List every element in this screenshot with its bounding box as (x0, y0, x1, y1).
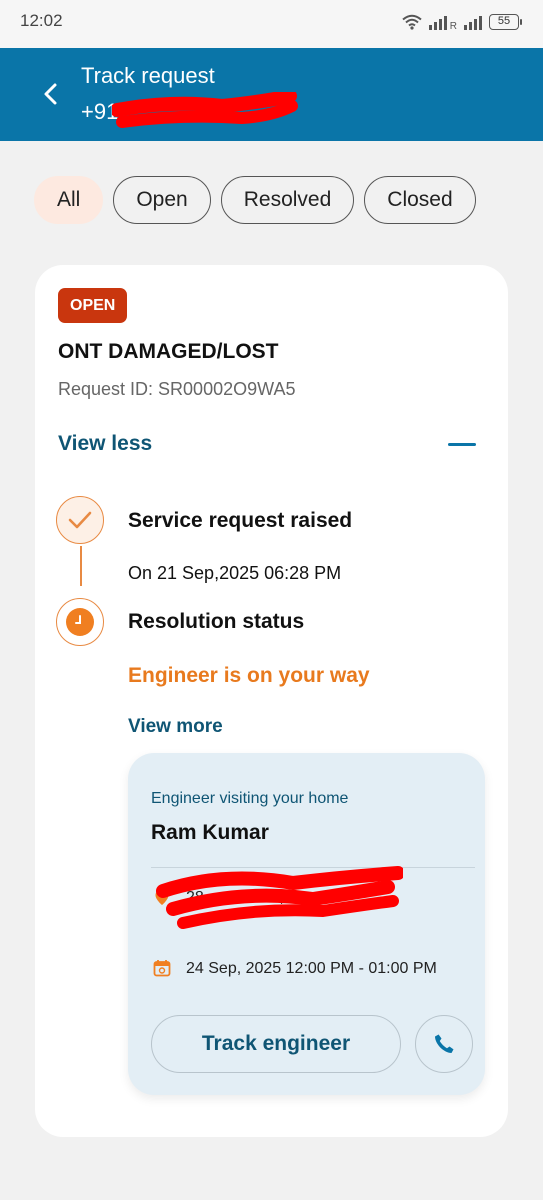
filter-chip-open[interactable]: Open (113, 176, 211, 224)
back-arrow-icon (44, 83, 57, 105)
visit-time-slot: 24 Sep, 2025 12:00 PM - 01:00 PM (186, 960, 437, 977)
battery-level: 55 (497, 15, 511, 27)
minus-icon[interactable] (448, 443, 476, 446)
clock-icon (66, 608, 94, 636)
filter-chip-closed[interactable]: Closed (364, 176, 476, 224)
phone-icon (435, 1034, 454, 1053)
call-engineer-button[interactable] (415, 1015, 473, 1073)
request-id: Request ID: SR00002O9WA5 (58, 379, 296, 399)
engineer-name: Ram Kumar (151, 821, 269, 844)
status-icons: R 55 (402, 12, 522, 32)
step-date: On 21 Sep,2025 06:28 PM (128, 563, 342, 583)
filter-chip-resolved[interactable]: Resolved (220, 176, 355, 224)
back-button[interactable] (34, 76, 70, 112)
view-more-link[interactable]: View more (128, 716, 223, 738)
signal-icon (428, 14, 447, 30)
redaction-mark (112, 92, 298, 128)
track-engineer-button[interactable]: Track engineer (151, 1015, 401, 1073)
filter-chip-all[interactable]: All (34, 176, 104, 224)
battery-icon: 55 (489, 14, 522, 30)
app-header: Track request +91- (0, 48, 543, 141)
step-title: Resolution status (128, 610, 305, 633)
redaction-mark (156, 866, 403, 929)
step-completed-indicator (56, 496, 104, 544)
signal-icon (464, 14, 482, 30)
page-title: Track request (81, 63, 215, 88)
engineer-card: Engineer visiting your home Ram Kumar 28… (128, 753, 485, 1095)
step-title: Service request raised (128, 509, 353, 532)
status-bar: 12:02 R 55 (0, 0, 543, 48)
check-icon (68, 511, 92, 529)
engineer-label: Engineer visiting your home (151, 790, 349, 807)
status-time: 12:02 (20, 11, 63, 30)
step-pending-indicator (56, 598, 104, 646)
status-badge: OPEN (58, 288, 128, 323)
roaming-indicator: R (449, 21, 457, 32)
filter-chips: All Open Resolved Closed (34, 176, 476, 224)
calendar-icon (153, 960, 171, 977)
timeline-connector (80, 546, 82, 586)
resolution-status-text: Engineer is on your way (128, 664, 370, 687)
request-title: ONT DAMAGED/LOST (58, 340, 279, 363)
wifi-icon (402, 14, 422, 30)
request-card: OPEN ONT DAMAGED/LOST Request ID: SR0000… (35, 265, 508, 1137)
view-less-link[interactable]: View less (58, 432, 152, 456)
